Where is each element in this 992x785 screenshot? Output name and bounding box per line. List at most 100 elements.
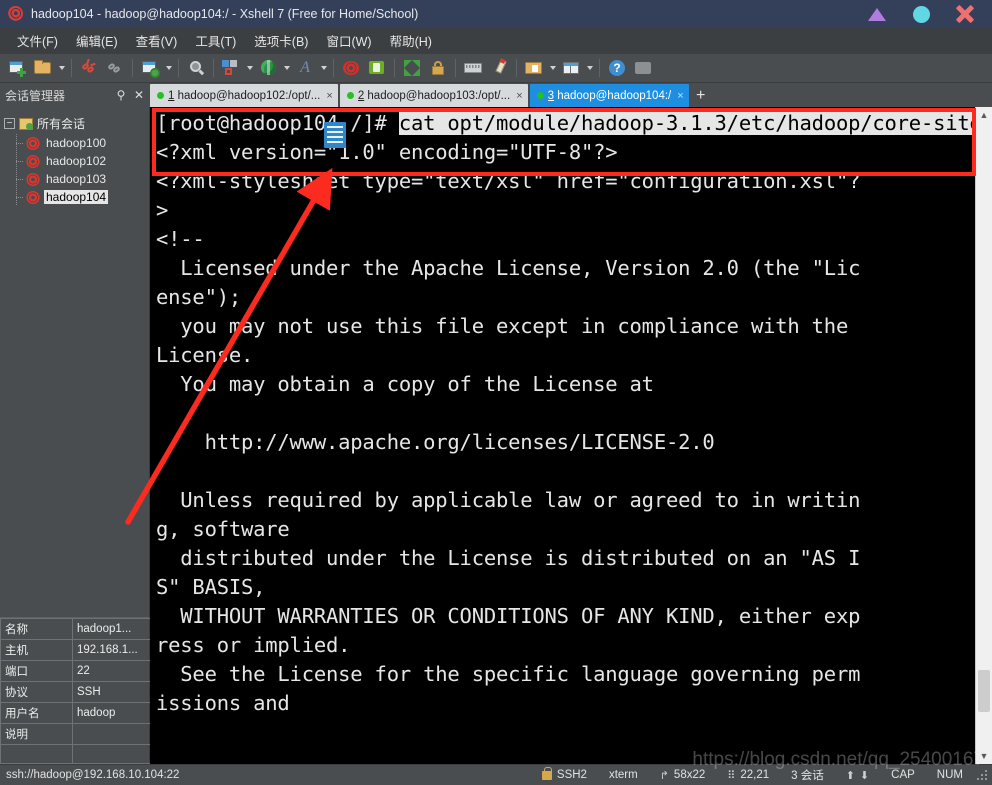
lock-icon [541, 766, 552, 780]
arrow-down-icon: ⬇ [859, 769, 870, 782]
session-manager-panel: − 所有会话 hadoop100 hadoop102 hadoop103 had… [0, 107, 151, 764]
terminal-scrollbar[interactable]: ▲ ▼ [975, 107, 992, 764]
property-value: 22 [72, 660, 151, 682]
tab-label-text: hadoop@hadoop102:/opt/... [174, 89, 321, 102]
new-folder-dropdown[interactable] [547, 56, 558, 81]
menu-help[interactable]: 帮助(H) [381, 28, 441, 53]
tab-label-text: hadoop@hadoop104:/ [554, 89, 672, 102]
session-icon [26, 172, 40, 186]
session-item-hadoop104[interactable]: hadoop104 [4, 188, 149, 206]
terminal-line: See the License for the specific languag… [156, 662, 861, 686]
terminal-output[interactable]: [root@hadoop104 /]# cat opt/module/hadoo… [150, 107, 975, 764]
terminal-line: WITHOUT WARRANTIES OR CONDITIONS OF ANY … [156, 604, 861, 628]
terminal-area: [root@hadoop104 /]# cat opt/module/hadoo… [150, 107, 992, 764]
tab-close-icon[interactable]: × [514, 90, 524, 102]
help-icon[interactable]: ? [604, 56, 630, 81]
open-folder-dropdown[interactable] [56, 56, 67, 81]
property-value [72, 723, 151, 745]
session-item-hadoop103[interactable]: hadoop103 [4, 170, 149, 188]
scroll-down-icon[interactable]: ▼ [980, 748, 989, 764]
new-session-icon[interactable] [4, 56, 30, 81]
disconnect-icon[interactable] [76, 56, 102, 81]
session-panel-close-icon[interactable]: ✕ [132, 88, 146, 102]
keyboard-icon[interactable] [460, 56, 486, 81]
maximize-button[interactable] [910, 4, 932, 24]
property-key: 说明 [0, 723, 73, 745]
scrollbar-thumb[interactable] [978, 670, 990, 712]
font-dropdown[interactable] [318, 56, 329, 81]
split-view-icon[interactable] [558, 56, 584, 81]
find-icon[interactable] [183, 56, 209, 81]
terminal-line: <!-- [156, 227, 205, 251]
terminal-line: You may obtain a copy of the License at [156, 372, 654, 396]
close-x-icon [956, 5, 975, 24]
open-folder-icon[interactable] [30, 56, 56, 81]
terminal-line: http://www.apache.org/licenses/LICENSE-2… [156, 430, 715, 454]
new-folder-icon[interactable] [521, 56, 547, 81]
toolbar-separator [178, 59, 179, 77]
new-tab-button[interactable]: + [691, 84, 711, 107]
session-tree-root[interactable]: − 所有会话 [4, 113, 149, 134]
resize-grip[interactable] [976, 769, 988, 781]
status-security: SSH2 [531, 766, 598, 781]
xftp-icon[interactable] [364, 56, 390, 81]
property-key: 端口 [0, 660, 73, 682]
menu-bar: 文件(F) 编辑(E) 查看(V) 工具(T) 选项卡(B) 窗口(W) 帮助(… [0, 28, 992, 54]
status-term-type: xterm [608, 769, 638, 781]
tab-hadoop102[interactable]: 1 hadoop@hadoop102:/opt/... × [150, 84, 338, 107]
xshell-window: hadoop104 - hadoop@hadoop104:/ - Xshell … [0, 0, 992, 785]
chat-icon[interactable] [630, 56, 656, 81]
minimize-button[interactable] [866, 4, 888, 24]
xshell-icon[interactable] [338, 56, 364, 81]
status-cursor-label: 22,21 [740, 769, 770, 781]
expander-icon[interactable]: − [4, 118, 15, 129]
tab-close-icon[interactable]: × [675, 90, 685, 102]
menu-edit[interactable]: 编辑(E) [67, 28, 127, 53]
property-row: 协议 SSH [0, 681, 151, 703]
menu-view[interactable]: 查看(V) [127, 28, 187, 53]
status-sessions: 3 会话 [791, 770, 824, 782]
tab-hadoop104[interactable]: 3 hadoop@hadoop104:/ × [529, 84, 689, 107]
minimize-triangle-icon [868, 7, 886, 21]
pin-icon[interactable]: ⚲ [114, 88, 128, 102]
highlight-pen-icon[interactable] [486, 56, 512, 81]
property-row: 主机 192.168.1... [0, 639, 151, 661]
property-key: 主机 [0, 639, 73, 661]
status-security-label: SSH2 [556, 769, 587, 781]
tab-strip: 会话管理器 ⚲ ✕ 1 hadoop@hadoop102:/opt/... × … [0, 83, 992, 107]
session-properties-dropdown[interactable] [163, 56, 174, 81]
tab-hadoop103[interactable]: 2 hadoop@hadoop103:/opt/... × [339, 84, 528, 107]
tab-close-icon[interactable]: × [324, 90, 334, 102]
maximize-circle-icon [912, 5, 930, 23]
menu-file[interactable]: 文件(F) [8, 28, 67, 53]
terminal-tabs: 1 hadoop@hadoop102:/opt/... × 2 hadoop@h… [150, 83, 992, 107]
status-caps: CAP [891, 769, 915, 781]
font-icon[interactable]: A [292, 56, 318, 81]
status-bar: ssh://hadoop@192.168.10.104:22 SSH2 xter… [0, 764, 992, 785]
session-item-hadoop100[interactable]: hadoop100 [4, 134, 149, 152]
fullscreen-icon[interactable] [399, 56, 425, 81]
menu-tabs[interactable]: 选项卡(B) [245, 28, 317, 53]
session-properties-icon[interactable] [137, 56, 163, 81]
menu-tools[interactable]: 工具(T) [186, 28, 245, 53]
terminal-command: cat opt/module/hadoop-3.1.3/etc/hadoop/c… [398, 111, 975, 135]
session-tree: − 所有会话 hadoop100 hadoop102 hadoop103 had… [0, 107, 149, 617]
globe-encoding-dropdown[interactable] [281, 56, 292, 81]
terminal-line: ense"); [156, 285, 241, 309]
lock-icon[interactable] [425, 56, 451, 81]
layout-arrange-icon[interactable] [218, 56, 244, 81]
tab-status-dot [536, 92, 544, 99]
session-icon [26, 154, 40, 168]
scroll-up-icon[interactable]: ▲ [980, 107, 989, 123]
title-bar: hadoop104 - hadoop@hadoop104:/ - Xshell … [0, 0, 992, 28]
menu-window[interactable]: 窗口(W) [317, 28, 380, 53]
property-row: 用户名 hadoop [0, 702, 151, 724]
terminal-line: <?xml-stylesheet type="text/xsl" href="c… [156, 169, 861, 193]
session-item-hadoop102[interactable]: hadoop102 [4, 152, 149, 170]
split-view-dropdown[interactable] [584, 56, 595, 81]
globe-encoding-icon[interactable] [255, 56, 281, 81]
arrow-up-icon: ⬆ [845, 769, 855, 782]
layout-arrange-dropdown[interactable] [244, 56, 255, 81]
reconnect-icon[interactable] [102, 56, 128, 81]
close-button[interactable] [954, 4, 976, 24]
